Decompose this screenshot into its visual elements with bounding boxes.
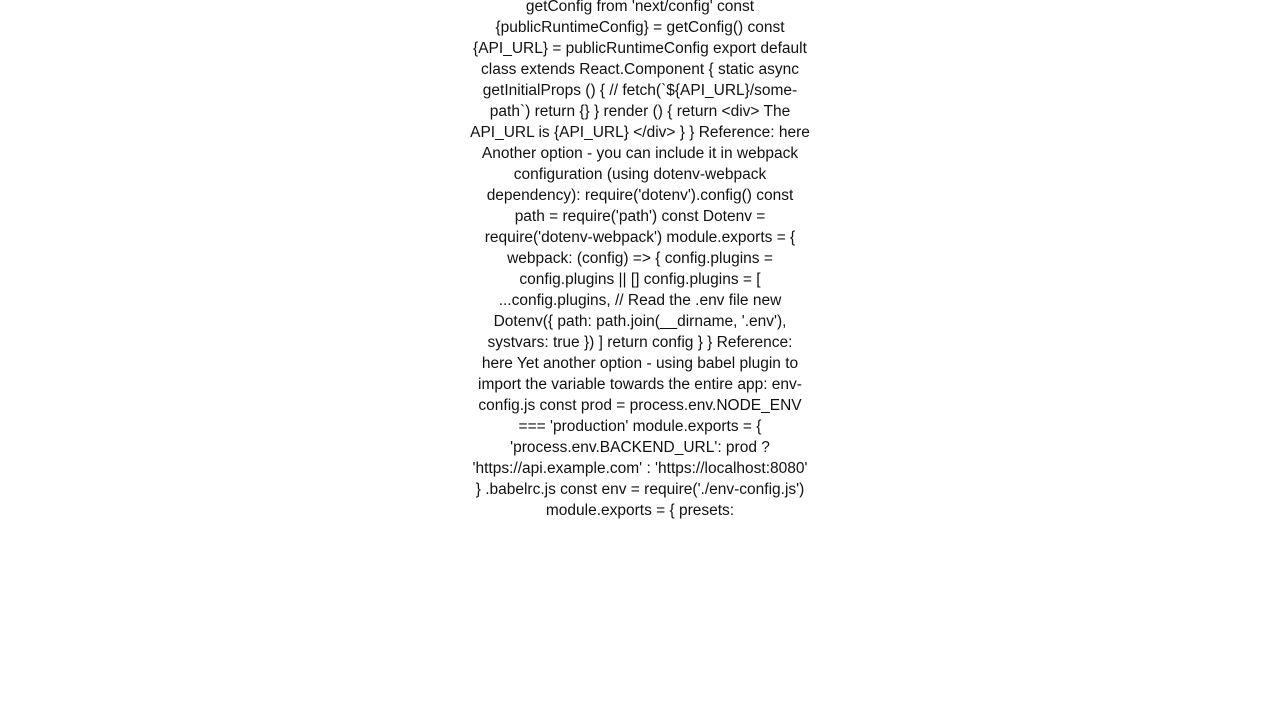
article-body: getConfig from 'next/config' const {publ… (470, 0, 810, 521)
page-container: getConfig from 'next/config' const {publ… (0, 0, 1280, 720)
